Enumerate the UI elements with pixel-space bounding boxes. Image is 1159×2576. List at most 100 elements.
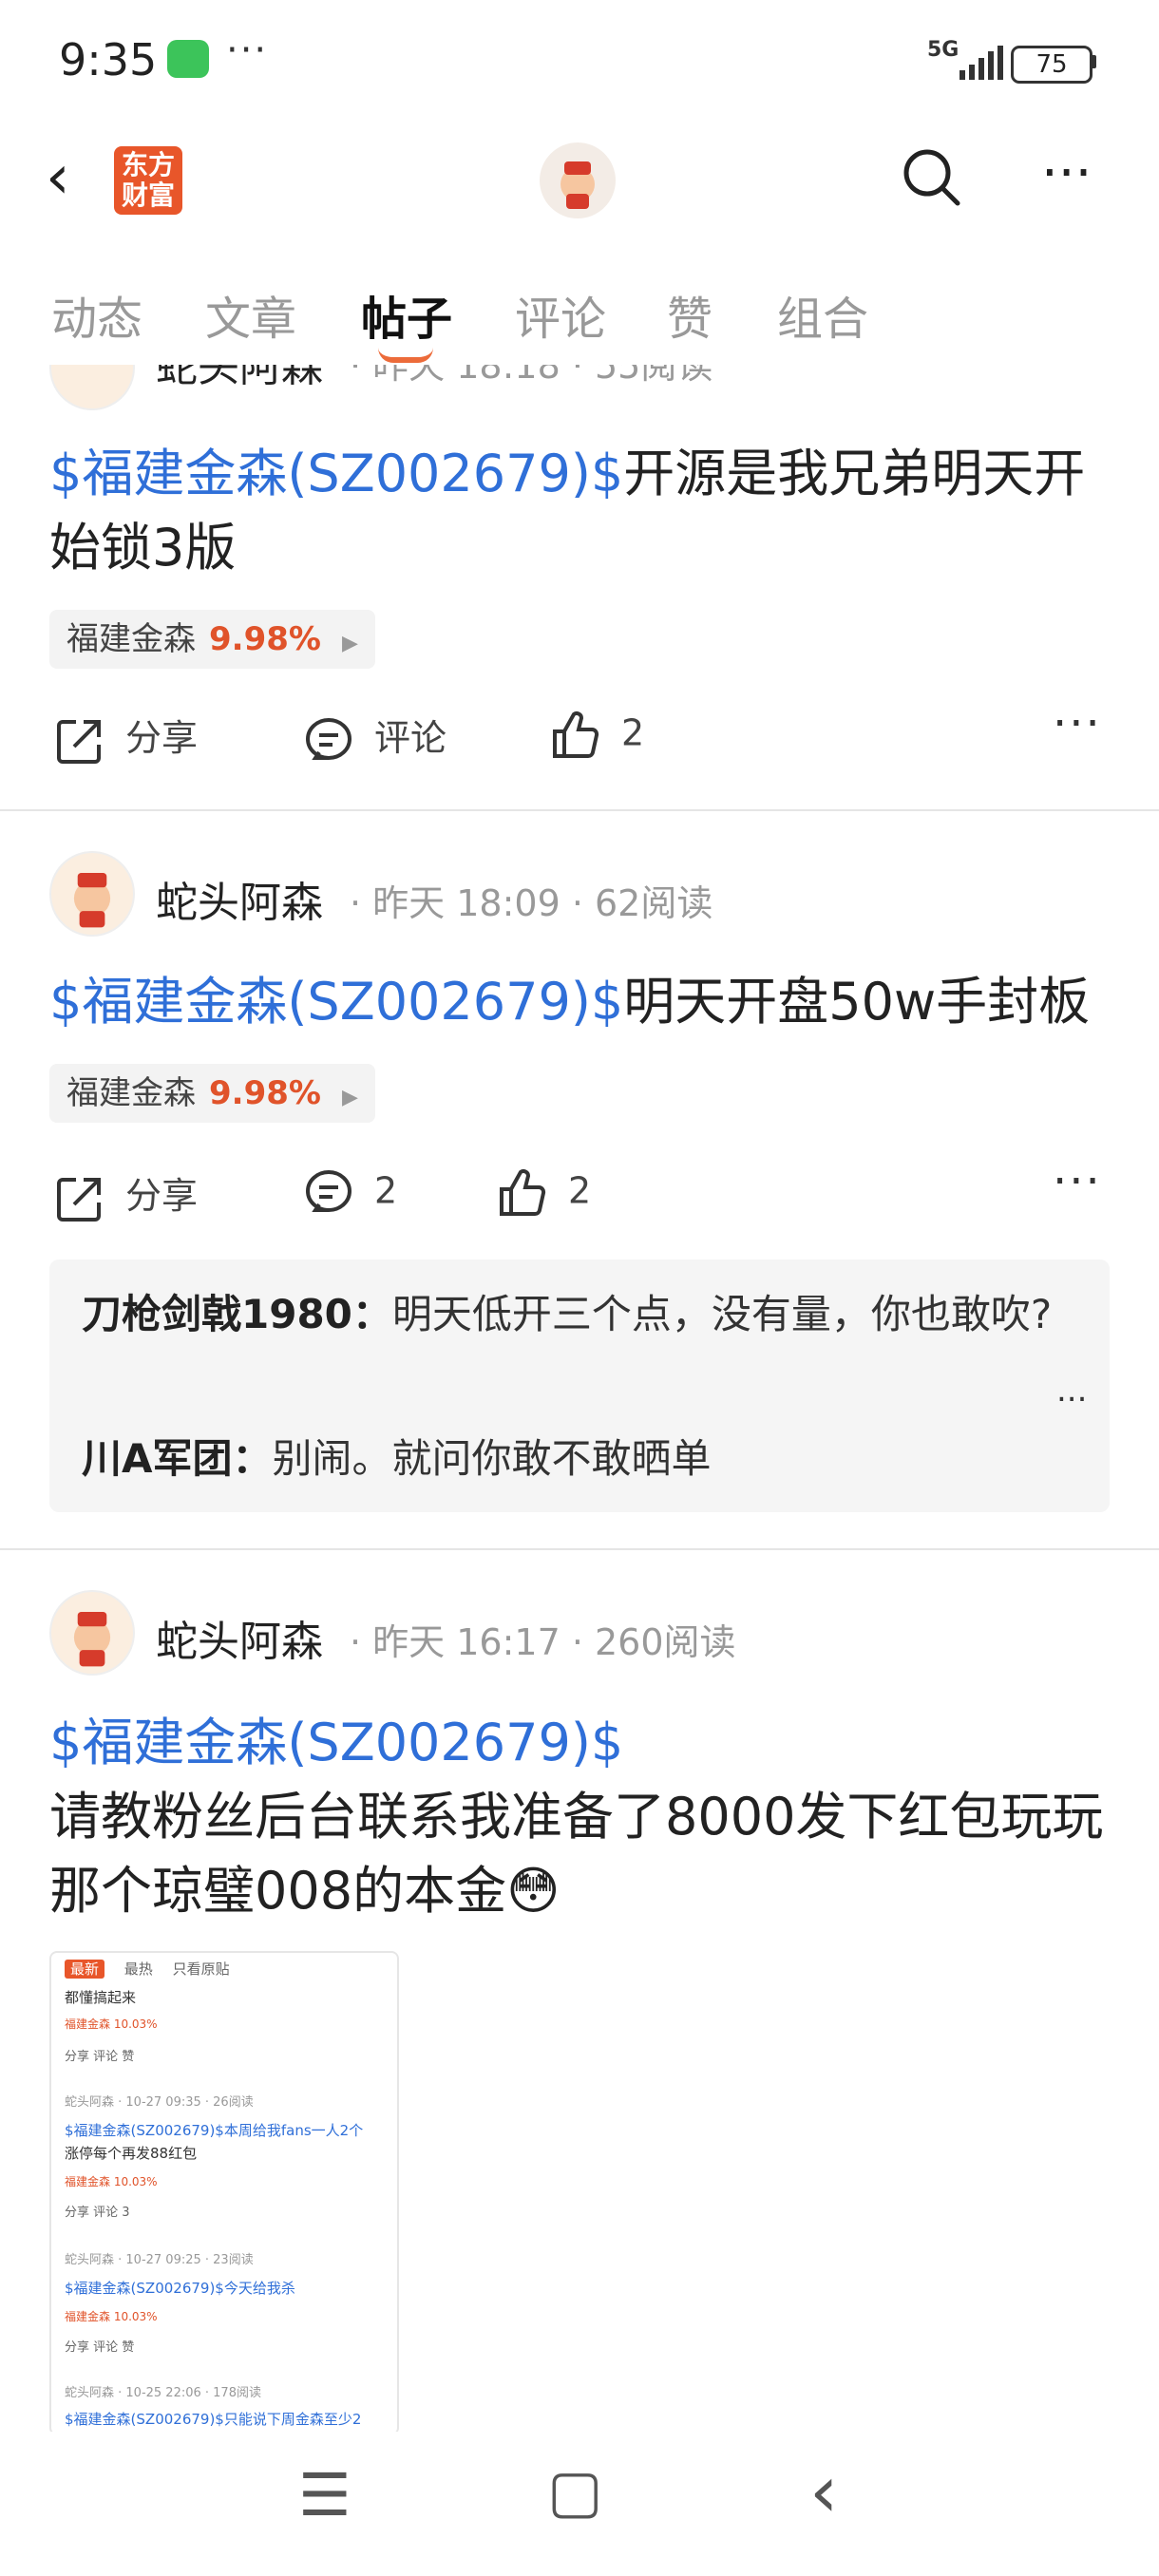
author-name[interactable]: 蛇头阿森 [156, 868, 323, 929]
post-body-text: 请教粉丝后台联系我准备了8000发下红包玩玩那个琼璧008的本金 [49, 1787, 1104, 1921]
home-icon[interactable]: ▢ [547, 2456, 603, 2526]
thumb-line: 福建金森 10.03% [65, 2175, 158, 2188]
nav-back-icon[interactable]: ‹ [809, 2449, 838, 2533]
thumbs-up-icon [500, 1169, 546, 1216]
divider [0, 809, 1159, 811]
tab-portfolio[interactable]: 组合 [777, 281, 868, 348]
stock-change-pct: 9.98% [209, 1074, 321, 1112]
like-button[interactable]: 2 [496, 1166, 591, 1220]
like-button[interactable]: 2 [549, 709, 644, 762]
thumb-line: 蛇头阿森 · 10-27 09:25 · 23阅读 [65, 2253, 254, 2267]
caishen-avatar-icon [560, 161, 595, 209]
stock-name: 福建金森 [66, 1074, 196, 1112]
system-nav-bar: ☰ ▢ ‹ [0, 2432, 1159, 2576]
comment-preview-box[interactable]: 刀枪剑戟1980：明天低开三个点，没有量，你也敢吹? ... 川A军团：别闹。就… [49, 1260, 1110, 1512]
post-meta: · 昨天 18:09 · 62阅读 [350, 882, 713, 924]
tab-likes[interactable]: 赞 [667, 281, 712, 348]
menu-icon[interactable]: ☰ [298, 2460, 352, 2529]
play-arrow-icon: ▶ [341, 1086, 358, 1109]
comment-label: 评论 [374, 717, 447, 759]
stock-name: 福建金森 [66, 620, 196, 658]
stock-cashtag-link[interactable]: $福建金森(SZ002679)$ [49, 1706, 1104, 1780]
avatar[interactable] [49, 851, 135, 940]
comment-item: 川A军团：别闹。就问你敢不敢晒单 [82, 1429, 1070, 1489]
thumb-line: $福建金森(SZ002679)$本周给我fans一人2个 [65, 2122, 364, 2139]
thumb-line: $福建金森(SZ002679)$只能说下周金森至少2 [65, 2411, 362, 2428]
more-notifications-icon: ··· [226, 28, 269, 72]
eastmoney-logo: 东方财富 [114, 146, 182, 215]
comment-count: 2 [374, 1169, 398, 1212]
tab-posts[interactable]: 帖子 [361, 281, 452, 348]
share-icon [57, 719, 101, 764]
profile-avatar[interactable] [540, 142, 616, 218]
flushed-face-emoji: 😳 [506, 1861, 560, 1921]
thumb-line: 分享 评论 赞 [65, 2050, 135, 2064]
stock-change-pct: 9.98% [209, 620, 321, 658]
like-count: 2 [621, 711, 645, 754]
share-label: 分享 [125, 1175, 199, 1217]
thumb-line: 福建金森 10.03% [65, 2017, 158, 2031]
thumb-line: 福建金森 10.03% [65, 2310, 158, 2323]
share-label: 分享 [125, 717, 199, 759]
status-time: 9:35 [59, 34, 158, 85]
post-image-thumbnail[interactable]: 最新 最热 只看原贴 都懂搞起来 福建金森 10.03% 分享 评论 赞 蛇头阿… [49, 1951, 399, 2435]
comment-user[interactable]: 刀枪剑戟1980： [82, 1291, 392, 1337]
play-arrow-icon: ▶ [341, 632, 358, 655]
tab-comments[interactable]: 评论 [515, 281, 606, 348]
battery-indicator: 75 [1011, 46, 1092, 84]
thumb-line: 分享 评论 赞 [65, 2340, 135, 2355]
stock-cashtag-link[interactable]: $福建金森(SZ002679)$ [49, 972, 623, 1032]
post-content[interactable]: $福建金森(SZ002679)$ 请教粉丝后台联系我准备了8000发下红包玩玩那… [49, 1706, 1104, 1928]
tab-dongtai[interactable]: 动态 [51, 281, 142, 348]
comment-user[interactable]: 川A军团： [82, 1435, 273, 1482]
share-button[interactable]: 分享 [53, 1166, 198, 1225]
thumb-line: 蛇头阿森 · 10-27 09:35 · 26阅读 [65, 2095, 254, 2110]
battery-tip [1091, 55, 1096, 68]
active-tab-indicator [378, 348, 433, 363]
share-button[interactable]: 分享 [53, 709, 198, 767]
thumb-line: 都懂搞起来 [65, 1989, 137, 2006]
thumb-tab: 只看原贴 [172, 1960, 230, 1978]
comments-more-icon[interactable]: ... [1056, 1372, 1087, 1410]
stock-chip[interactable]: 福建金森 9.98% ▶ [49, 610, 375, 669]
search-icon[interactable] [901, 146, 961, 207]
tab-articles[interactable]: 文章 [205, 281, 296, 348]
thumb-line: $福建金森(SZ002679)$今天给我杀 [65, 2280, 295, 2297]
comment-item: 刀枪剑戟1980：明天低开三个点，没有量，你也敢吹? [82, 1284, 1070, 1345]
post-more-icon[interactable]: ··· [1053, 697, 1102, 750]
avatar[interactable] [49, 1590, 135, 1679]
thumb-tabs: 最新 最热 只看原贴 [65, 1959, 230, 1979]
comment-text: 别闹。就问你敢不敢晒单 [272, 1435, 712, 1482]
comment-button[interactable]: 2 [302, 1166, 397, 1220]
author-name[interactable]: 蛇头阿森 [156, 1607, 323, 1668]
post-card-1: 蛇头阿森 · 昨天 18:18 · 55阅读 $福建金森(SZ002679)$开… [0, 365, 1159, 811]
back-button[interactable]: ‹ [46, 142, 70, 213]
comment-text: 明天低开三个点，没有量，你也敢吹? [391, 1291, 1053, 1337]
post-meta: · 昨天 16:17 · 260阅读 [350, 1621, 736, 1663]
signal-icon [960, 46, 1003, 80]
comment-button[interactable]: 评论 [302, 709, 446, 767]
thumbs-up-icon [553, 711, 599, 758]
status-bar: 9:35 ··· 5G 75 [0, 0, 1159, 123]
post1-header-clip: 蛇头阿森 · 昨天 18:18 · 55阅读 [0, 365, 1159, 388]
stock-cashtag-link[interactable]: $福建金森(SZ002679)$ [49, 444, 623, 503]
comment-icon [306, 717, 352, 760]
divider [0, 1548, 1159, 1550]
stock-chip[interactable]: 福建金森 9.98% ▶ [49, 1064, 375, 1123]
post-content[interactable]: $福建金森(SZ002679)$明天开盘50w手封板 [49, 965, 1104, 1039]
thumb-line: 涨停每个再发88红包 [65, 2145, 198, 2162]
post-body-text: 明天开盘50w手封板 [623, 972, 1091, 1032]
like-count: 2 [568, 1169, 592, 1212]
post-more-icon[interactable]: ··· [1053, 1155, 1102, 1208]
author-name[interactable]: 蛇头阿森 [156, 365, 323, 388]
caishen-avatar-icon [49, 851, 135, 937]
thumb-tab: 最新 [65, 1960, 105, 1979]
thumb-line: 蛇头阿森 · 10-25 22:06 · 178阅读 [65, 2386, 261, 2400]
wechat-notification-icon [167, 40, 209, 78]
post-content[interactable]: $福建金森(SZ002679)$开源是我兄弟明天开始锁3版 [49, 437, 1104, 585]
caishen-avatar-icon [49, 1590, 135, 1676]
thumb-tab: 最热 [124, 1960, 153, 1978]
post-meta: · 昨天 18:18 · 55阅读 [350, 365, 713, 387]
thumb-line: 分享 评论 3 [65, 2206, 130, 2220]
more-options-icon[interactable]: ··· [1041, 142, 1092, 204]
